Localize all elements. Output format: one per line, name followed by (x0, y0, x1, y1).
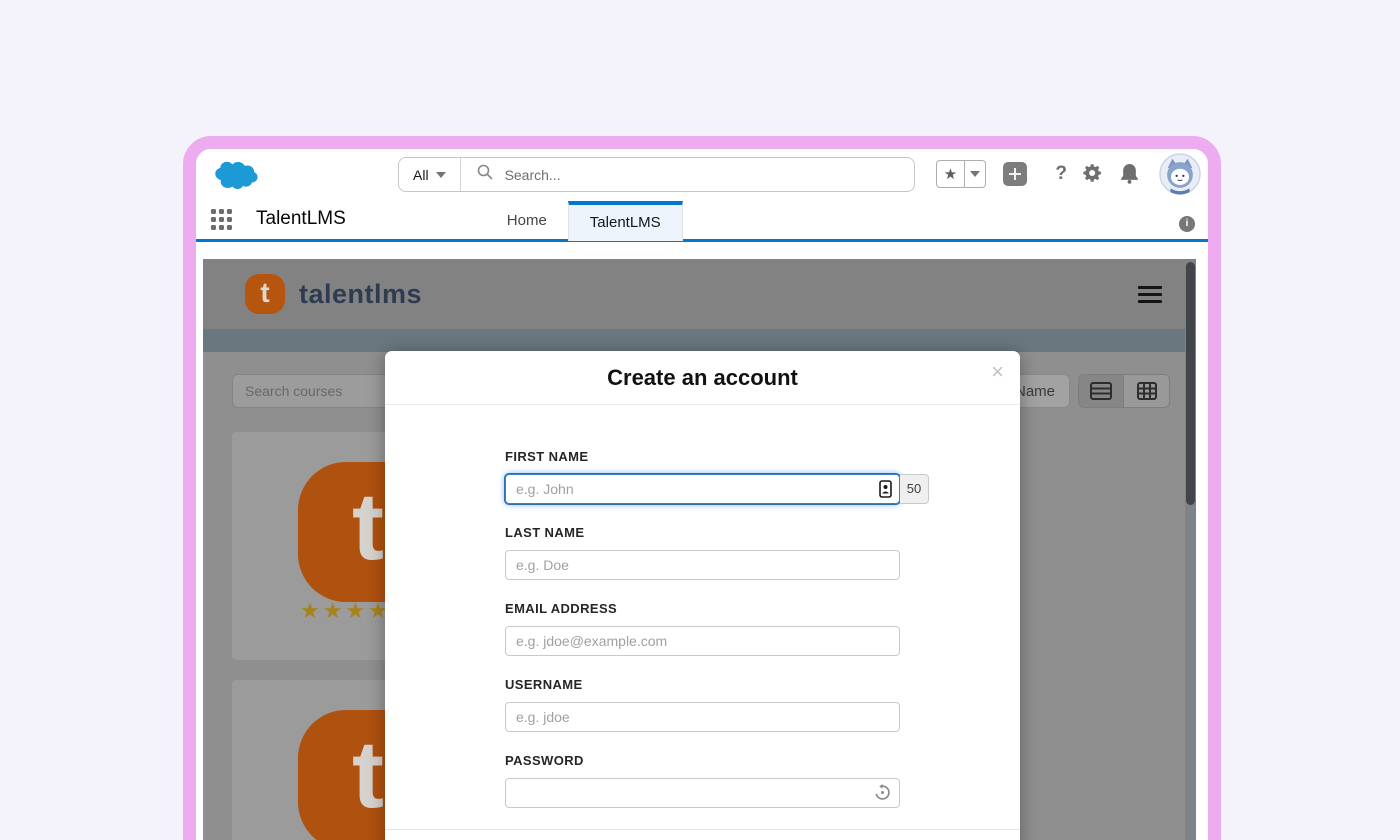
tab-talentlms[interactable]: TalentLMS (568, 201, 683, 241)
last-name-label: LAST NAME (505, 525, 900, 540)
favorites-dropdown-button[interactable] (965, 160, 986, 188)
info-glyph: i (1186, 218, 1189, 229)
password-field-group: PASSWORD (505, 753, 900, 808)
plus-icon (1008, 167, 1022, 181)
talentlms-logo-icon: t (245, 274, 285, 314)
list-view-button[interactable] (1079, 375, 1124, 407)
email-input[interactable] (505, 626, 900, 656)
sort-by-label: Name (1015, 383, 1055, 400)
tab-talentlms-label: TalentLMS (590, 214, 661, 231)
password-input-wrap (505, 778, 900, 808)
chevron-down-icon (436, 172, 446, 178)
search-field-area (461, 164, 914, 185)
username-input[interactable] (505, 702, 900, 732)
talentlms-logo-letter: t (260, 277, 269, 309)
char-limit-badge: 50 (900, 474, 929, 504)
tab-home-label: Home (507, 212, 547, 229)
email-label: EMAIL ADDRESS (505, 601, 900, 616)
gear-icon (1083, 163, 1103, 183)
app-launcher-icon[interactable] (208, 206, 234, 232)
talentlms-wordmark: talentlms (299, 279, 422, 310)
search-icon (477, 164, 493, 185)
generate-password-icon[interactable] (874, 784, 891, 806)
create-account-modal: Create an account × FIRST NAME (385, 351, 1020, 840)
autofill-contact-icon[interactable] (879, 480, 892, 503)
bell-icon (1120, 163, 1139, 184)
global-search: All (398, 157, 915, 192)
search-scope-label: All (413, 167, 429, 183)
first-name-input-wrap: 50 (505, 474, 900, 504)
talentlms-brand[interactable]: t talentlms (245, 274, 422, 314)
scrollbar-thumb[interactable] (1186, 262, 1195, 505)
user-avatar[interactable] (1159, 153, 1201, 195)
tab-home[interactable]: Home (486, 201, 568, 241)
talentlms-subheader-bar (203, 329, 1196, 352)
help-button[interactable]: ? (1055, 162, 1067, 186)
close-icon[interactable]: × (991, 359, 1004, 385)
first-name-label: FIRST NAME (505, 449, 900, 464)
password-input[interactable] (505, 778, 900, 808)
app-window: All ★ (196, 149, 1208, 840)
global-header: All ★ (196, 149, 1208, 199)
scrollbar-track[interactable] (1185, 259, 1196, 840)
modal-title: Create an account (607, 365, 798, 391)
list-view-icon (1090, 382, 1112, 400)
app-name: TalentLMS (256, 208, 346, 230)
view-toggle-group (1078, 374, 1170, 408)
notifications-button[interactable] (1120, 163, 1139, 189)
grid-view-button[interactable] (1124, 375, 1169, 407)
first-name-field-group: FIRST NAME 50 (505, 449, 900, 504)
header-actions: ★ ? (908, 149, 1208, 199)
last-name-field-group: LAST NAME (505, 525, 900, 580)
grid-view-icon (1137, 382, 1157, 400)
password-label: PASSWORD (505, 753, 900, 768)
modal-footer-divider (385, 829, 1020, 840)
course-logo-letter: t (352, 720, 384, 830)
favorites-control: ★ (936, 160, 986, 188)
astro-avatar-icon (1159, 153, 1201, 195)
setup-button[interactable] (1083, 163, 1103, 188)
talentlms-header: t talentlms (203, 259, 1196, 329)
favorite-star-button[interactable]: ★ (936, 160, 965, 188)
hamburger-menu-icon[interactable] (1138, 286, 1162, 307)
question-mark-icon: ? (1055, 163, 1067, 184)
username-input-wrap (505, 702, 900, 732)
chevron-down-icon (970, 171, 980, 177)
modal-header: Create an account × (385, 351, 1020, 405)
first-name-input[interactable] (505, 474, 900, 504)
star-icon: ★ (944, 165, 957, 183)
app-nav-bar: TalentLMS Home TalentLMS i (196, 199, 1208, 242)
course-logo-letter: t (352, 472, 384, 582)
modal-body: FIRST NAME 50 LAS (385, 405, 1020, 840)
last-name-input-wrap (505, 550, 900, 580)
info-icon[interactable]: i (1179, 216, 1195, 232)
course-search-input[interactable] (232, 374, 404, 408)
browser-window-frame: All ★ (183, 136, 1221, 840)
last-name-input[interactable] (505, 550, 900, 580)
username-label: USERNAME (505, 677, 900, 692)
username-field-group: USERNAME (505, 677, 900, 732)
search-input[interactable] (505, 167, 898, 183)
search-scope-selector[interactable]: All (399, 158, 461, 191)
email-input-wrap (505, 626, 900, 656)
salesforce-cloud-logo-icon (214, 160, 258, 194)
email-field-group: EMAIL ADDRESS (505, 601, 900, 656)
global-actions-button[interactable] (1003, 162, 1027, 186)
